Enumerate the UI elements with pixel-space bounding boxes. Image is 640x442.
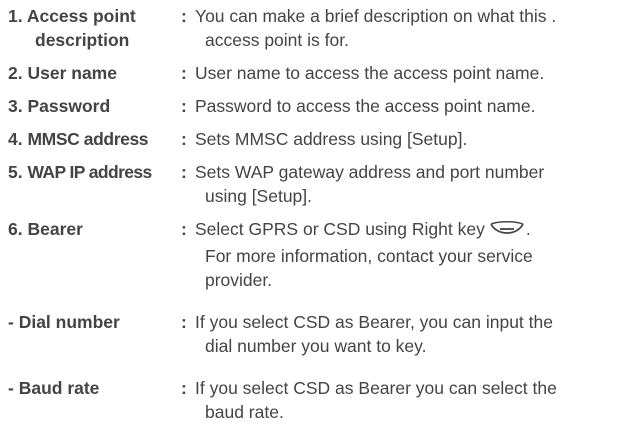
item-number: 6. <box>8 219 23 239</box>
term-user-name: 2. User name : <box>8 61 195 85</box>
term-baud-rate: - Baud rate : <box>8 376 195 400</box>
term-label: User name <box>27 63 117 83</box>
definition-baud-rate: If you select CSD as Bearer you can sele… <box>195 376 636 424</box>
definition-text: If you select CSD as Bearer you can sele… <box>195 378 557 398</box>
list-item-baud-rate: - Baud rate : If you select CSD as Beare… <box>8 376 636 424</box>
definition-wap-ip-address: Sets WAP gateway address and port number… <box>195 160 636 208</box>
definition-text-continued: dial number you want to key. <box>205 336 427 356</box>
definition-punctuation: . <box>525 219 531 239</box>
list-item-user-name: 2. User name : User name to access the a… <box>8 61 636 85</box>
term-label: Baud rate <box>18 378 100 398</box>
definition-user-name: User name to access the access point nam… <box>195 61 636 85</box>
definition-text: Select GPRS or CSD using Right key <box>195 219 485 239</box>
item-number: 3. <box>8 96 23 116</box>
term-password: 3. Password : <box>8 94 195 118</box>
definition-text-continued: For more information, contact your servi… <box>205 246 533 266</box>
definition-password: Password to access the access point name… <box>195 94 636 118</box>
separator: : <box>181 219 187 239</box>
definition-text: Sets WAP gateway address and port number <box>195 162 545 182</box>
item-number: 5. <box>8 162 23 182</box>
term-label: WAP IP address <box>27 162 152 182</box>
separator: : <box>181 162 187 182</box>
definition-text-continued: provider. <box>205 270 273 290</box>
separator: : <box>181 129 187 149</box>
definition-mmsc-address: Sets MMSC address using [Setup]. <box>195 127 636 151</box>
term-mmsc-address: 4. MMSC address : <box>8 127 195 151</box>
term-label: Dial number <box>18 312 120 332</box>
list-item-mmsc-address: 4. MMSC address : Sets MMSC address usin… <box>8 127 636 151</box>
term-bearer: 6. Bearer : <box>8 217 195 241</box>
item-number: 1. <box>8 6 23 26</box>
separator: : <box>181 6 187 26</box>
definition-text: Sets MMSC address using [Setup]. <box>195 129 468 149</box>
separator: : <box>181 96 187 116</box>
term-label: Access point <box>26 6 136 26</box>
separator: : <box>181 378 187 398</box>
definition-text-continued: baud rate. <box>205 402 284 422</box>
list-item-password: 3. Password : Password to access the acc… <box>8 94 636 118</box>
term-dial-number: - Dial number : <box>8 310 195 334</box>
definition-dial-number: If you select CSD as Bearer, you can inp… <box>195 310 636 358</box>
separator: : <box>181 63 187 83</box>
term-wap-ip-address: 5. WAP IP address : <box>8 160 195 184</box>
right-soft-key-icon <box>489 220 525 244</box>
item-bullet: - <box>8 378 14 398</box>
term-access-point-description: 1. Access point description : <box>8 4 195 52</box>
definition-text: Password to access the access point name… <box>195 96 536 116</box>
item-bullet: - <box>8 312 14 332</box>
definition-bearer: Select GPRS or CSD using Right key. For … <box>195 217 636 292</box>
term-label-continued: description <box>35 30 130 50</box>
item-number: 2. <box>8 63 23 83</box>
definition-text: You can make a brief description on what… <box>195 6 557 26</box>
list-item-access-point-description: 1. Access point description : You can ma… <box>8 4 636 52</box>
definition-access-point-description: You can make a brief description on what… <box>195 4 636 52</box>
definition-text: User name to access the access point nam… <box>195 63 545 83</box>
term-label: Bearer <box>27 219 83 239</box>
term-label: MMSC address <box>27 129 149 149</box>
list-item-bearer: 6. Bearer : Select GPRS or CSD using Rig… <box>8 217 636 292</box>
settings-definition-list: 1. Access point description : You can ma… <box>8 4 636 424</box>
definition-text: If you select CSD as Bearer, you can inp… <box>195 312 553 332</box>
item-number: 4. <box>8 129 23 149</box>
definition-text-continued: using [Setup]. <box>205 186 313 206</box>
list-item-wap-ip-address: 5. WAP IP address : Sets WAP gateway add… <box>8 160 636 208</box>
term-label: Password <box>27 96 111 116</box>
list-item-dial-number: - Dial number : If you select CSD as Bea… <box>8 310 636 358</box>
separator: : <box>181 312 187 332</box>
definition-text-continued: access point is for. <box>205 30 349 50</box>
